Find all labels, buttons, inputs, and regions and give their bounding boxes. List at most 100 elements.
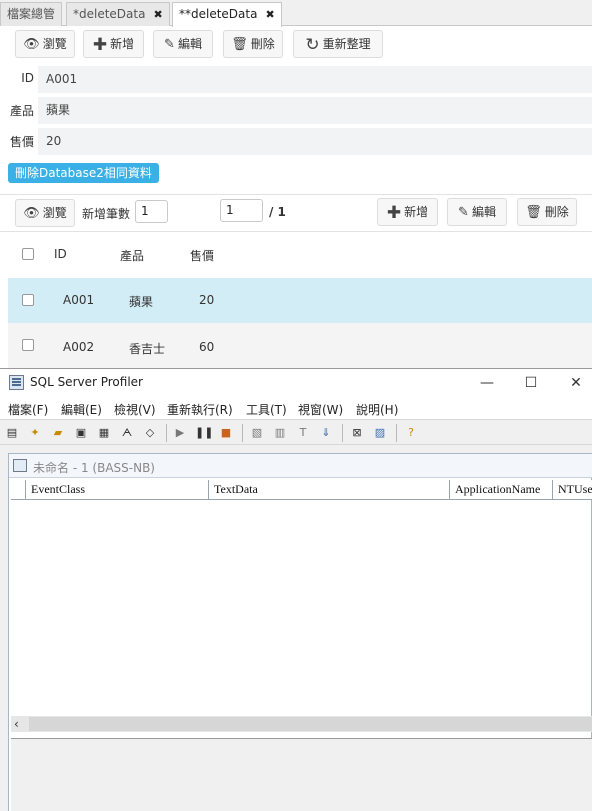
- event-detail-pane: [11, 738, 592, 811]
- menu-edit[interactable]: 編輯(E): [61, 401, 102, 418]
- maximize-icon[interactable]: ☐: [521, 373, 541, 393]
- table-row[interactable]: A001 蘋果 20: [8, 278, 592, 323]
- find-icon[interactable]: ᗅ: [119, 425, 135, 441]
- plus-icon: ✚: [386, 203, 402, 223]
- toolbar-separator: [242, 424, 243, 442]
- tab-delete-data-2[interactable]: **deleteData ✖: [172, 2, 282, 27]
- cell-price: 20: [199, 293, 215, 307]
- form-row-id: ID A001: [0, 66, 592, 93]
- table-row[interactable]: A002 香吉士 60: [8, 323, 592, 368]
- eraser-icon[interactable]: ◇: [142, 425, 158, 441]
- column-textdata[interactable]: TextData: [209, 480, 450, 500]
- pause-icon[interactable]: ❚❚: [195, 425, 213, 441]
- reorganize-button[interactable]: ↻ 重新整理: [293, 30, 383, 58]
- product-field[interactable]: 蘋果: [38, 97, 592, 124]
- row-checkbox[interactable]: [22, 294, 34, 306]
- eye-icon: 👁: [23, 206, 40, 221]
- grid-add-button[interactable]: ✚ 新增: [377, 198, 438, 226]
- save-icon[interactable]: ▣: [73, 425, 89, 441]
- tab-file-explorer[interactable]: 檔案總管: [0, 2, 63, 26]
- column-eventclass[interactable]: EventClass: [26, 480, 209, 500]
- scroll-left-icon[interactable]: ‹: [14, 716, 19, 732]
- refresh-icon: ↻: [305, 35, 320, 55]
- activity-monitor-icon[interactable]: ⊠: [349, 425, 365, 441]
- grid-delete-button[interactable]: 🗑 刪除: [517, 198, 577, 226]
- window-title: SQL Server Profiler: [30, 375, 143, 389]
- trace-properties-icon[interactable]: ▤: [4, 425, 20, 441]
- menu-replay[interactable]: 重新執行(R): [167, 401, 233, 418]
- new-trace-icon[interactable]: ✦: [27, 425, 43, 441]
- tab-delete-data-1[interactable]: *deleteData ✖: [66, 2, 170, 26]
- cell-price: 60: [199, 340, 215, 354]
- price-field[interactable]: 20: [38, 128, 592, 155]
- open-folder-icon[interactable]: ▰: [50, 425, 66, 441]
- properties-icon[interactable]: ▦: [96, 425, 112, 441]
- replay-icon[interactable]: ▧: [249, 425, 265, 441]
- trace-icon: [13, 459, 27, 472]
- step-icon[interactable]: ▥: [272, 425, 288, 441]
- pencil-icon: ✎: [164, 37, 175, 52]
- row-checkbox[interactable]: [22, 339, 34, 351]
- cell-product: 香吉士: [129, 342, 166, 356]
- horizontal-scrollbar[interactable]: ‹: [11, 716, 592, 732]
- add-button[interactable]: ✚ 新增: [83, 30, 144, 58]
- select-all-checkbox[interactable]: [22, 248, 34, 260]
- menu-window[interactable]: 視窗(W): [298, 401, 343, 418]
- close-icon[interactable]: ✖: [265, 8, 274, 21]
- tab-label: **deleteData: [179, 7, 258, 21]
- stop-icon[interactable]: ■: [218, 425, 234, 441]
- delete-database2-button[interactable]: 刪除Database2相同資料: [8, 163, 159, 183]
- menu-file[interactable]: 檔案(F): [8, 401, 48, 418]
- id-label: ID: [21, 71, 34, 85]
- header-id: ID: [54, 247, 67, 261]
- row-indicator-column: [11, 480, 26, 500]
- toolbar-separator: [396, 424, 397, 442]
- trash-icon: 🗑: [231, 37, 248, 52]
- help-icon[interactable]: ?: [403, 425, 419, 441]
- delete-label: 刪除: [544, 205, 569, 219]
- browse-label: 瀏覽: [42, 206, 67, 220]
- grid-edit-button[interactable]: ✎ 編輯: [447, 198, 507, 226]
- performance-monitor-icon[interactable]: ▨: [372, 425, 388, 441]
- column-ntuser[interactable]: NTUser: [553, 480, 592, 500]
- add-count-input[interactable]: 1: [135, 200, 168, 223]
- title-bar: SQL Server Profiler — ☐ ✕: [0, 369, 592, 397]
- menu-bar: 檔案(F) 編輯(E) 檢視(V) 重新執行(R) 工具(T) 視窗(W) 說明…: [0, 397, 592, 419]
- trace-window-title: 未命名 - 1 (BASS-NB): [33, 461, 155, 475]
- eye-icon: 👁: [23, 37, 40, 52]
- tab-bar: 檔案總管 *deleteData ✖ **deleteData ✖: [0, 0, 592, 27]
- product-label: 產品: [9, 104, 34, 118]
- close-icon[interactable]: ✖: [153, 8, 162, 21]
- browse-button[interactable]: 👁 瀏覽: [15, 30, 75, 58]
- cell-id: A001: [63, 293, 95, 307]
- id-field[interactable]: A001: [38, 66, 592, 93]
- delete-label: 刪除: [250, 37, 275, 51]
- breakpoint-icon[interactable]: T: [295, 425, 311, 441]
- menu-help[interactable]: 說明(H): [356, 401, 398, 418]
- close-window-icon[interactable]: ✕: [566, 373, 586, 393]
- grid-header: ID 產品 售價: [8, 232, 592, 276]
- add-count-label: 新增筆數: [82, 207, 131, 221]
- column-applicationname[interactable]: ApplicationName: [450, 480, 553, 500]
- toolbar-separator: [166, 424, 167, 442]
- header-product: 產品: [120, 249, 145, 263]
- toolbar-separator: [342, 424, 343, 442]
- form-row-product: 產品 蘋果: [0, 97, 592, 124]
- add-label: 新增: [110, 37, 135, 51]
- run-icon[interactable]: ▶: [172, 425, 188, 441]
- grid-browse-button[interactable]: 👁 瀏覽: [15, 199, 75, 227]
- edit-button[interactable]: ✎ 編輯: [153, 30, 213, 58]
- trash-icon: 🗑: [525, 205, 542, 220]
- page-input[interactable]: 1: [220, 199, 263, 222]
- scroll-thumb[interactable]: [29, 717, 592, 731]
- profiler-toolbar: ▤ ✦ ▰ ▣ ▦ ᗅ ◇ ▶ ❚❚ ■ ▧ ▥ T ⇓ ⊠ ▨ ?: [0, 419, 592, 445]
- auto-scroll-icon[interactable]: ⇓: [318, 425, 334, 441]
- tab-label: *deleteData: [73, 7, 146, 21]
- menu-tools[interactable]: 工具(T): [246, 401, 287, 418]
- minimize-icon[interactable]: —: [477, 373, 497, 393]
- menu-view[interactable]: 檢視(V): [114, 401, 156, 418]
- delete-button[interactable]: 🗑 刪除: [223, 30, 283, 58]
- plus-icon: ✚: [92, 35, 108, 55]
- header-price: 售價: [190, 249, 215, 263]
- pencil-icon: ✎: [458, 205, 469, 220]
